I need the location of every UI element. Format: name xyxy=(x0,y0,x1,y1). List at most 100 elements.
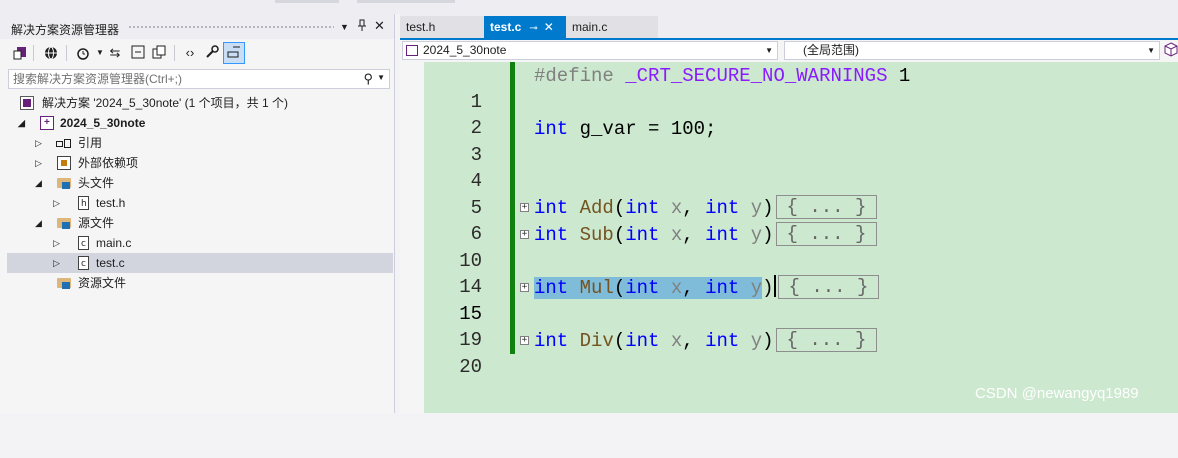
tree-item-solution[interactable]: 解决方案 '2024_5_30note' (1 个项目，共 1 个) xyxy=(7,93,393,113)
tree-item-test-h[interactable]: ▷ test.h xyxy=(7,193,393,214)
tree-item-label: test.c xyxy=(96,256,125,270)
tab-test-c[interactable]: test.c ⊸ ✕ xyxy=(484,16,566,38)
pin-icon[interactable] xyxy=(357,19,367,35)
punct-token: ) xyxy=(762,224,774,246)
collapsed-arrow-icon[interactable]: ▷ xyxy=(53,193,63,213)
tree-item-label: 外部依赖项 xyxy=(78,156,139,170)
expanded-arrow-icon[interactable]: ◢ xyxy=(18,113,28,133)
param-token: y xyxy=(750,330,763,352)
tree-item-external-dependencies[interactable]: ▷ 外部依赖项 xyxy=(7,153,393,173)
param-token: x xyxy=(670,224,683,246)
preview-selected-items-button[interactable] xyxy=(223,42,245,64)
sync-with-active-document-icon[interactable]: ⇆ xyxy=(106,45,124,61)
code-line-add[interactable]: 6 + int Add(int x, int y){ ... } xyxy=(400,195,1178,245)
keyword-token: int xyxy=(625,277,660,299)
switch-views-icon[interactable] xyxy=(11,45,29,61)
tab-pin-icon[interactable]: ⊸ xyxy=(529,23,537,34)
collapsed-arrow-icon[interactable]: ▷ xyxy=(35,153,45,173)
expanded-arrow-icon[interactable]: ◢ xyxy=(35,213,45,233)
expand-outline-icon[interactable]: + xyxy=(520,230,529,239)
code-line[interactable]: 2 xyxy=(400,89,1178,139)
c-project-icon xyxy=(40,113,54,133)
toolbar-separator xyxy=(174,45,175,61)
wrench-icon[interactable] xyxy=(203,45,221,61)
scope-dropdown[interactable]: (全局范围) ▼ xyxy=(784,41,1160,60)
view-code-icon[interactable]: ‹› xyxy=(181,45,199,61)
tree-item-source-files[interactable]: ◢ 源文件 xyxy=(7,213,393,233)
code-editor[interactable]: 1 #define _CRT_SECURE_NO_WARNINGS 1 2 3 … xyxy=(400,62,1178,413)
code-line-sub[interactable]: 10 + int Sub(int x, int y){ ... } xyxy=(400,222,1178,272)
code-line[interactable]: 14 xyxy=(400,248,1178,298)
collapsed-arrow-icon[interactable]: ▷ xyxy=(35,133,45,153)
c-file-icon xyxy=(78,234,89,254)
collapsed-block[interactable]: { ... } xyxy=(775,222,878,246)
punct-token: ) xyxy=(762,330,774,352)
code-line[interactable]: 5 xyxy=(400,169,1178,219)
tree-item-label: 头文件 xyxy=(78,176,115,190)
punct-token: , xyxy=(682,197,694,219)
close-icon[interactable]: ✕ xyxy=(374,18,385,34)
param-token: x xyxy=(670,197,683,219)
titlebar-grip[interactable] xyxy=(128,25,334,29)
show-all-files-icon[interactable] xyxy=(150,45,168,61)
keyword-token: int xyxy=(705,277,740,299)
document-tab-strip: test.h test.c ⊸ ✕ main.c xyxy=(400,14,1178,38)
collapsed-arrow-icon[interactable]: ▷ xyxy=(53,253,63,273)
function-name: Sub xyxy=(579,224,614,246)
number-token: 1 xyxy=(898,65,911,87)
punct-token: ) xyxy=(762,197,774,219)
punct-token: ) xyxy=(762,277,774,299)
search-input[interactable] xyxy=(13,71,353,87)
tree-item-test-c[interactable]: ▷ test.c xyxy=(7,253,393,274)
solution-explorer: 解决方案资源管理器 ▼ ✕ ▼ ⇆ ‹› 搜索解决方案资源管理器(Ctrl+;)… xyxy=(0,14,395,413)
keyword-token: int xyxy=(625,197,660,219)
tree-item-main-c[interactable]: ▷ main.c xyxy=(7,233,393,254)
tree-item-references[interactable]: ▷ 引用 xyxy=(7,133,393,153)
tree-item-project[interactable]: ◢ 2024_5_30note xyxy=(7,113,393,133)
param-token: y xyxy=(750,277,763,299)
code-line[interactable]: 19 xyxy=(400,301,1178,351)
preprocessor-token: #define xyxy=(534,65,614,87)
window-position-dropdown-icon[interactable]: ▼ xyxy=(340,22,349,32)
search-options-dropdown-icon[interactable]: ▼ xyxy=(377,73,385,82)
tab-close-icon[interactable]: ✕ xyxy=(544,20,554,34)
code-line-div[interactable]: 20 + int Div(int x, int y){ ... } xyxy=(400,328,1178,378)
external-dependencies-icon xyxy=(57,156,71,170)
tab-main-c[interactable]: main.c xyxy=(566,16,658,38)
collapsed-block[interactable]: { ... } xyxy=(775,195,878,219)
tree-item-label: 解决方案 '2024_5_30note' (1 个项目，共 1 个) xyxy=(42,96,289,110)
keyword-token: int xyxy=(625,330,660,352)
collapsed-arrow-icon[interactable]: ▷ xyxy=(53,233,63,253)
keyword-token: int xyxy=(534,330,569,352)
selection-highlight: int Mul(int x, int y xyxy=(534,277,763,299)
project-dropdown[interactable]: 2024_5_30note ▼ xyxy=(402,41,778,60)
expanded-arrow-icon[interactable]: ◢ xyxy=(35,173,45,193)
expand-outline-icon[interactable]: + xyxy=(520,336,529,345)
collapse-all-icon[interactable] xyxy=(129,45,147,61)
function-name: Div xyxy=(579,330,614,352)
param-token: x xyxy=(670,277,683,299)
expand-outline-icon[interactable]: + xyxy=(520,203,529,212)
pending-changes-filter-icon[interactable] xyxy=(74,45,92,61)
globe-icon[interactable] xyxy=(42,45,60,61)
keyword-token: int xyxy=(625,224,660,246)
code-text: int Add(int x, int y){ ... } xyxy=(534,195,878,221)
collapsed-block[interactable]: { ... } xyxy=(775,328,878,352)
search-solution-explorer[interactable]: ⚲ ▼ xyxy=(8,69,390,89)
tree-item-resource-files[interactable]: 资源文件 xyxy=(7,273,393,293)
solution-explorer-toolbar: ▼ ⇆ ‹› xyxy=(0,39,394,67)
code-line[interactable]: 3 int g_var = 100; xyxy=(400,116,1178,166)
code-line[interactable]: 4 xyxy=(400,142,1178,192)
expand-outline-icon[interactable]: + xyxy=(520,283,529,292)
collapsed-block[interactable]: { ... } xyxy=(777,275,880,299)
code-line[interactable]: 1 #define _CRT_SECURE_NO_WARNINGS 1 xyxy=(400,63,1178,113)
search-icon[interactable]: ⚲ xyxy=(363,71,373,87)
punct-token: ( xyxy=(613,277,626,299)
member-dropdown-icon[interactable] xyxy=(1164,42,1178,61)
watermark: CSDN @newangyq1989 xyxy=(975,385,1139,402)
tab-test-h[interactable]: test.h xyxy=(400,16,484,38)
code-line-mul[interactable]: 15 + int Mul(int x, int y){ ... } xyxy=(400,275,1178,325)
code-text: int Div(int x, int y){ ... } xyxy=(534,328,878,354)
tree-item-header-files[interactable]: ◢ 头文件 xyxy=(7,173,393,193)
macro-token: _CRT_SECURE_NO_WARNINGS xyxy=(625,65,888,87)
